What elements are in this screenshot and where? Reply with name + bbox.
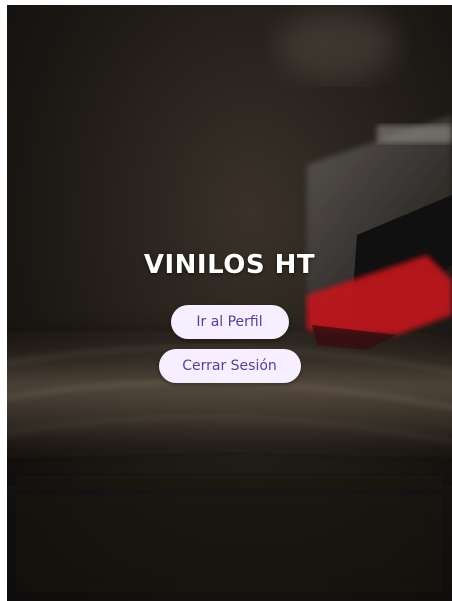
go-to-profile-button[interactable]: Ir al Perfil	[170, 305, 289, 339]
app-title: VINILOS HT	[143, 250, 316, 280]
logout-button[interactable]: Cerrar Sesión	[158, 349, 301, 383]
main-content: VINILOS HT Ir al Perfil Cerrar Sesión	[7, 245, 452, 383]
app-screen: VINILOS HT Ir al Perfil Cerrar Sesión	[7, 5, 452, 601]
